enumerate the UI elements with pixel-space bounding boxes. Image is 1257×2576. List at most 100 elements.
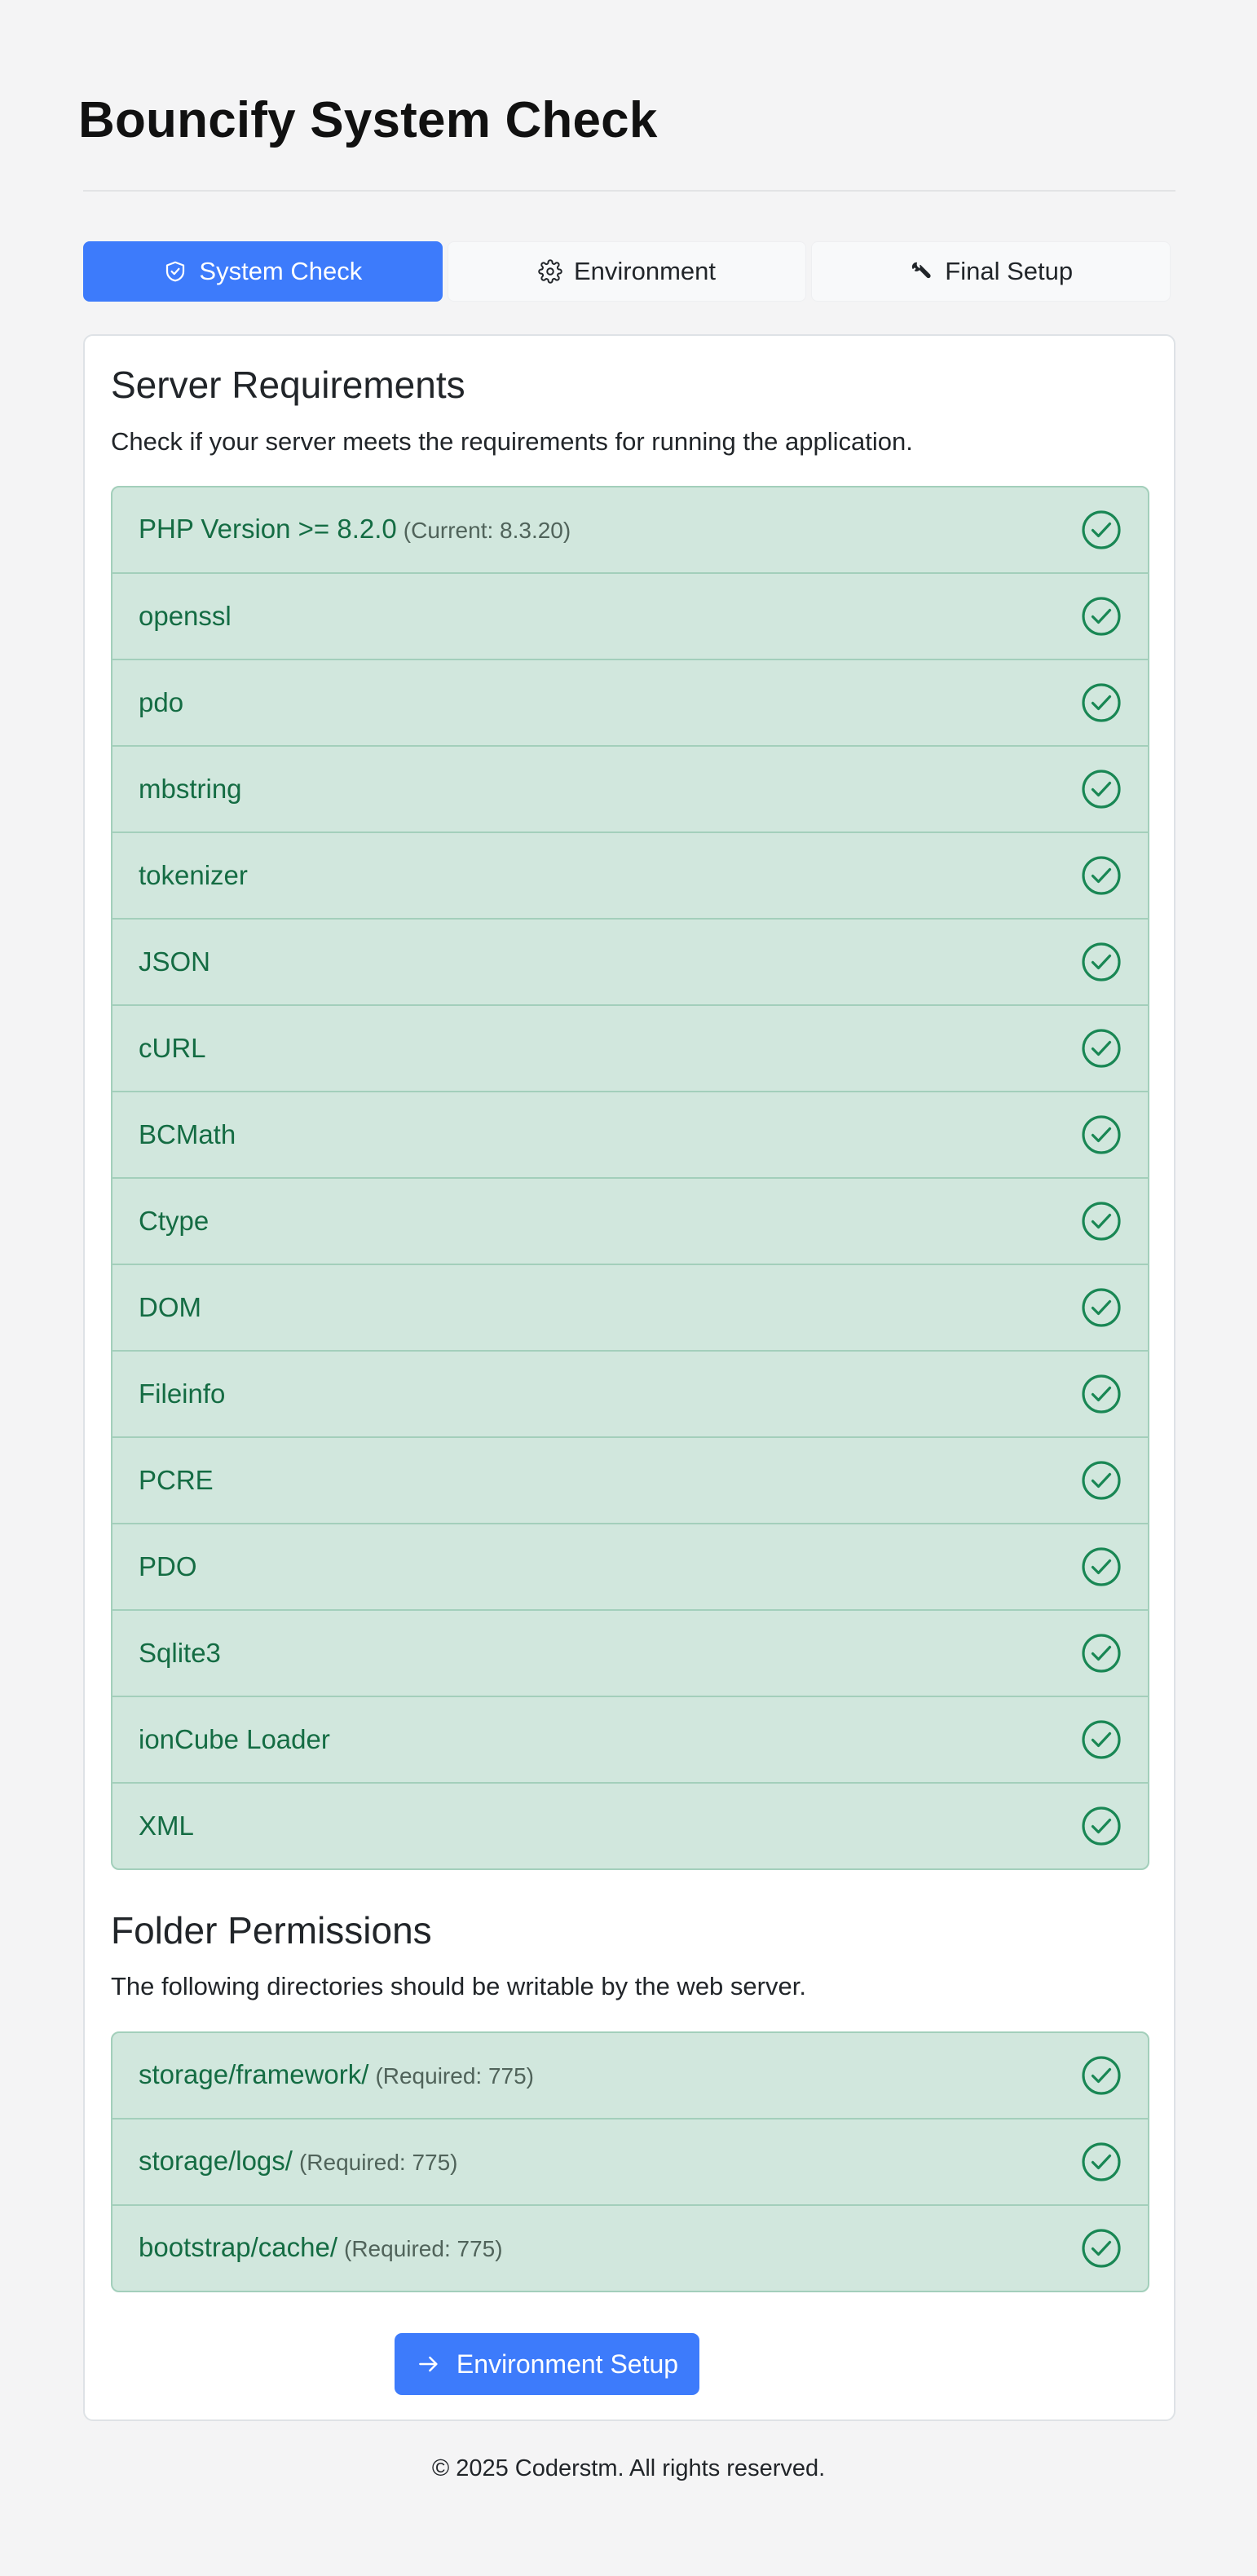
item-label: JSON	[139, 946, 211, 977]
item-detail: (Required: 775)	[298, 2150, 458, 2175]
check-circle-icon	[1081, 942, 1122, 982]
list-item: DOM	[112, 1264, 1148, 1350]
item-label: mbstring	[139, 774, 242, 804]
list-item: PHP Version >= 8.2.0 (Current: 8.3.20)	[112, 487, 1148, 572]
tab-label: Environment	[573, 257, 717, 285]
page: Bouncify System Check System Check Envir…	[0, 0, 1257, 2576]
item-label: Fileinfo	[139, 1378, 226, 1409]
setup-card: Server Requirements Check if your server…	[83, 334, 1175, 2421]
item-detail: (Required: 775)	[344, 2236, 503, 2261]
wrench-icon	[909, 259, 933, 284]
check-circle-icon	[1081, 1719, 1122, 1760]
item-label: openssl	[139, 601, 232, 631]
environment-setup-button[interactable]: Environment Setup	[395, 2333, 699, 2395]
list-item: pdo	[112, 659, 1148, 745]
tab-environment[interactable]: Environment	[447, 241, 807, 302]
shield-check-icon	[163, 259, 187, 284]
check-circle-icon	[1081, 1806, 1122, 1846]
permissions-list: storage/framework/(Required: 775) storage…	[111, 2031, 1149, 2292]
check-circle-icon	[1081, 1546, 1122, 1587]
item-text: BCMath	[139, 1118, 236, 1151]
item-text: storage/framework/(Required: 775)	[139, 2058, 534, 2093]
gear-icon	[538, 259, 562, 284]
item-text: Sqlite3	[139, 1637, 221, 1670]
item-text: Fileinfo	[139, 1378, 225, 1410]
check-circle-icon	[1081, 1374, 1122, 1414]
item-label: bootstrap/cache/	[139, 2232, 337, 2262]
item-text: PCRE	[139, 1464, 214, 1497]
section-title-permissions: Folder Permissions	[111, 1909, 432, 1952]
item-detail: (Current: 8.3.20)	[403, 518, 571, 543]
item-label: PDO	[139, 1551, 197, 1581]
item-text: XML	[139, 1810, 194, 1842]
button-label: Environment Setup	[456, 2349, 679, 2379]
section-title-requirements: Server Requirements	[111, 364, 465, 406]
check-circle-icon	[1081, 855, 1122, 896]
check-circle-icon	[1081, 1287, 1122, 1328]
item-label: Sqlite3	[139, 1638, 221, 1668]
page-title: Bouncify System Check	[78, 92, 658, 148]
item-text: storage/logs/(Required: 775)	[139, 2145, 458, 2179]
list-item: Fileinfo	[112, 1350, 1148, 1436]
tab-label: Final Setup	[945, 257, 1074, 285]
requirements-list: PHP Version >= 8.2.0 (Current: 8.3.20) ope…	[111, 486, 1149, 1870]
item-label: ionCube Loader	[139, 1724, 330, 1754]
item-label: storage/framework/	[139, 2059, 369, 2089]
list-item: Ctype	[112, 1177, 1148, 1264]
item-text: tokenizer	[139, 859, 248, 892]
check-circle-icon	[1081, 769, 1122, 809]
item-text: Ctype	[139, 1205, 209, 1237]
item-text: DOM	[139, 1291, 201, 1324]
item-label: Ctype	[139, 1206, 210, 1236]
item-label: DOM	[139, 1292, 201, 1322]
item-label: BCMath	[139, 1119, 236, 1149]
item-label: tokenizer	[139, 860, 248, 890]
list-item: mbstring	[112, 745, 1148, 831]
check-circle-icon	[1081, 1633, 1122, 1674]
item-label: storage/logs/	[139, 2146, 293, 2176]
list-item: PCRE	[112, 1436, 1148, 1523]
item-label: PCRE	[139, 1465, 214, 1495]
list-item: storage/logs/(Required: 775)	[112, 2118, 1148, 2204]
check-circle-icon	[1081, 1201, 1122, 1242]
item-text: pdo	[139, 686, 183, 719]
check-circle-icon	[1081, 2142, 1122, 2182]
check-circle-icon	[1081, 509, 1122, 550]
item-text: bootstrap/cache/ (Required: 775)	[139, 2231, 503, 2265]
item-text: cURL	[139, 1032, 206, 1065]
setup-tabs: System Check Environment Final Setup	[83, 241, 1171, 302]
tab-final-setup[interactable]: Final Setup	[811, 241, 1171, 302]
item-detail: (Required: 775)	[375, 2063, 534, 2089]
check-circle-icon	[1081, 2228, 1122, 2269]
list-item: BCMath	[112, 1091, 1148, 1177]
header-divider	[83, 190, 1175, 192]
footer-copyright: © 2025 Coderstm. All rights reserved.	[431, 2455, 826, 2481]
list-item: cURL	[112, 1004, 1148, 1091]
item-label: PHP Version >= 8.2.0	[139, 514, 397, 544]
section-description-permissions: The following directories should be writ…	[111, 1972, 806, 2000]
arrow-right-icon	[416, 2351, 442, 2377]
item-text: ionCube Loader	[139, 1723, 330, 1756]
item-text: PHP Version >= 8.2.0 (Current: 8.3.20)	[139, 513, 571, 547]
tab-label: System Check	[199, 257, 363, 285]
item-text: JSON	[139, 946, 210, 978]
list-item: bootstrap/cache/ (Required: 775)	[112, 2204, 1148, 2291]
tab-system-check[interactable]: System Check	[83, 241, 443, 302]
list-item: XML	[112, 1782, 1148, 1868]
list-item: tokenizer	[112, 831, 1148, 918]
check-circle-icon	[1081, 1460, 1122, 1501]
list-item: JSON	[112, 918, 1148, 1004]
item-label: pdo	[139, 687, 184, 717]
check-circle-icon	[1081, 596, 1122, 637]
list-item: openssl	[112, 572, 1148, 659]
item-text: mbstring	[139, 773, 242, 805]
list-item: PDO	[112, 1523, 1148, 1609]
item-text: openssl	[139, 600, 232, 633]
section-description-requirements: Check if your server meets the requireme…	[111, 427, 913, 456]
check-circle-icon	[1081, 1028, 1122, 1069]
check-circle-icon	[1081, 682, 1122, 723]
item-text: PDO	[139, 1550, 197, 1583]
check-circle-icon	[1081, 1114, 1122, 1155]
list-item: Sqlite3	[112, 1609, 1148, 1696]
item-label: XML	[139, 1811, 194, 1841]
